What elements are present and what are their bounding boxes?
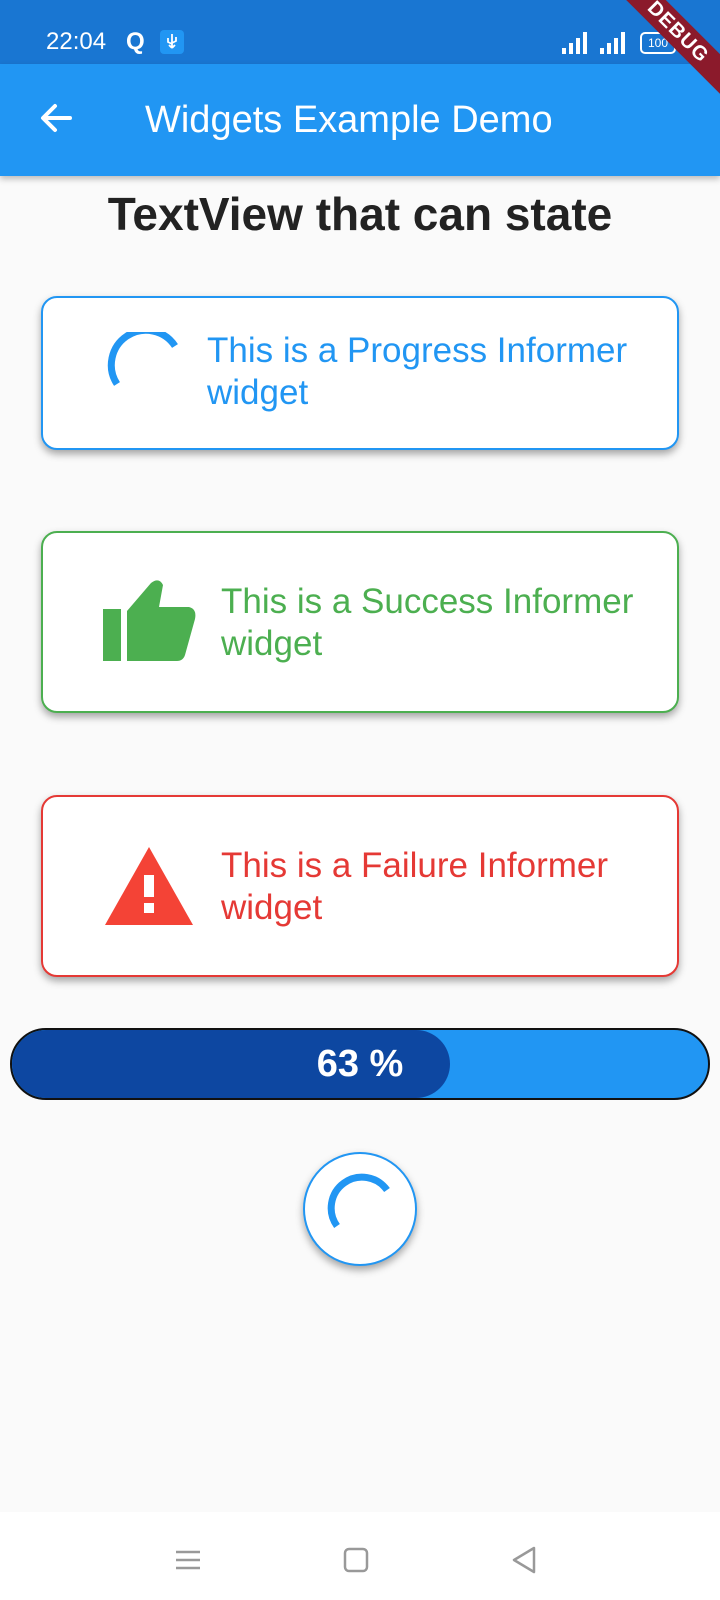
back-arrow-icon[interactable]: [36, 98, 76, 138]
progress-informer-card: This is a Progress Informer widget: [41, 296, 679, 450]
failure-informer-card: This is a Failure Informer widget: [41, 795, 679, 977]
circular-progress-indicator: [303, 1152, 417, 1266]
warning-icon: [103, 845, 195, 932]
progress-spinner-icon: [107, 326, 183, 413]
home-square-icon[interactable]: [338, 1542, 374, 1578]
app-title: Widgets Example Demo: [145, 99, 553, 141]
failure-informer-text: This is a Failure Informer widget: [221, 846, 609, 927]
success-informer-card: This is a Success Informer widget: [41, 531, 679, 713]
page-heading: TextView that can state: [107, 188, 613, 240]
back-triangle-icon[interactable]: [506, 1542, 542, 1578]
progress-spinner-icon: [327, 1173, 390, 1229]
success-informer-text: This is a Success Informer widget: [221, 582, 634, 663]
usb-icon: [160, 30, 184, 54]
status-q-icon: Q: [126, 28, 145, 55]
signal-icon: [562, 30, 590, 59]
app-bar: Widgets Example Demo: [0, 64, 720, 176]
thumb-up-icon: [103, 577, 199, 670]
progress-informer-text: This is a Progress Informer widget: [207, 331, 628, 412]
status-time: 22:04: [46, 28, 107, 55]
system-nav-bar: [0, 1512, 720, 1600]
signal-icon-2: [600, 30, 628, 59]
progress-bar: 63 %: [10, 1028, 710, 1100]
progress-label: 63 %: [316, 1043, 404, 1085]
menu-icon[interactable]: [170, 1542, 206, 1578]
status-bar: 22:04 Q 100: [0, 0, 720, 64]
